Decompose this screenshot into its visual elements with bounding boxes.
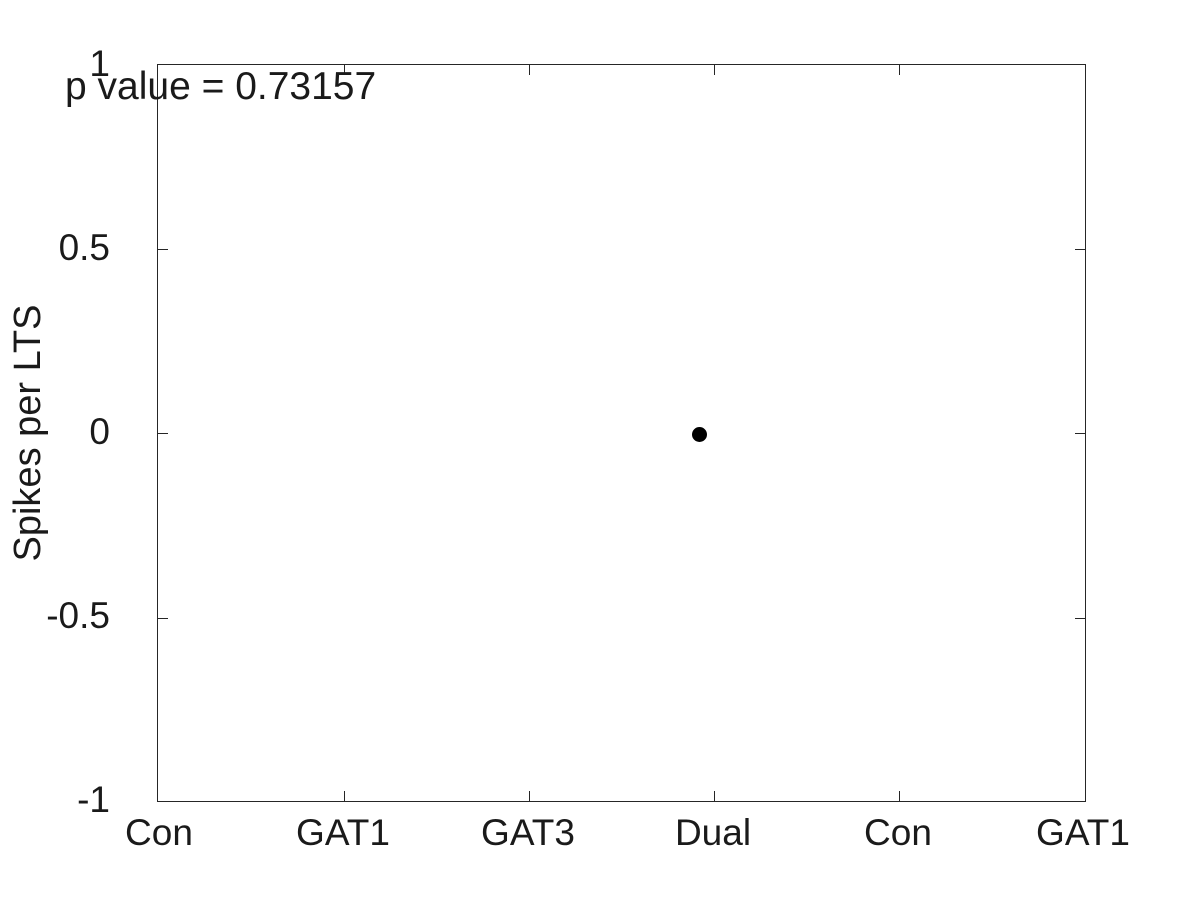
x-tick-mark-gat3-top: [529, 65, 531, 75]
y-tick-label-neg0p5: -0.5: [46, 595, 110, 636]
y-tick-mark-0-right: [1075, 433, 1085, 435]
x-tick-mark-gat1-1-bottom: [344, 791, 346, 801]
x-tick-label-dual: Dual: [674, 812, 752, 853]
x-tick-mark-dual-bottom: [714, 791, 716, 801]
x-tick-label-con-2: Con: [864, 812, 932, 853]
x-tick-label-con-1: Con: [125, 812, 193, 853]
x-tick-mark-con-2-bottom: [899, 791, 901, 801]
y-tick-label-neg1: -1: [77, 779, 110, 820]
x-tick-mark-dual-top: [714, 65, 716, 75]
y-tick-mark-neg0p5-left: [158, 618, 168, 620]
x-tick-label-gat1-1: GAT1: [296, 812, 390, 853]
y-tick-mark-0p5-right: [1075, 249, 1085, 251]
y-tick-mark-neg0p5-right: [1075, 618, 1085, 620]
data-point: [692, 426, 708, 442]
y-tick-mark-0p5-left: [158, 249, 168, 251]
y-axis-title: Spikes per LTS: [7, 304, 49, 562]
x-tick-mark-con-2-top: [899, 65, 901, 75]
p-value-annotation: p value = 0.73157: [65, 65, 377, 108]
y-tick-label-0: 0: [89, 411, 110, 452]
y-tick-label-0p5: 0.5: [58, 227, 110, 268]
y-tick-mark-0-left: [158, 433, 168, 435]
plot-area: [157, 64, 1086, 802]
x-tick-label-gat3: GAT3: [481, 812, 575, 853]
figure-canvas: Spikes per LTS 1 0.5 0 -0.5 -1 Con GAT1 …: [0, 0, 1200, 900]
x-tick-mark-gat3-bottom: [529, 791, 531, 801]
x-tick-label-gat1-2: GAT1: [1036, 812, 1130, 853]
